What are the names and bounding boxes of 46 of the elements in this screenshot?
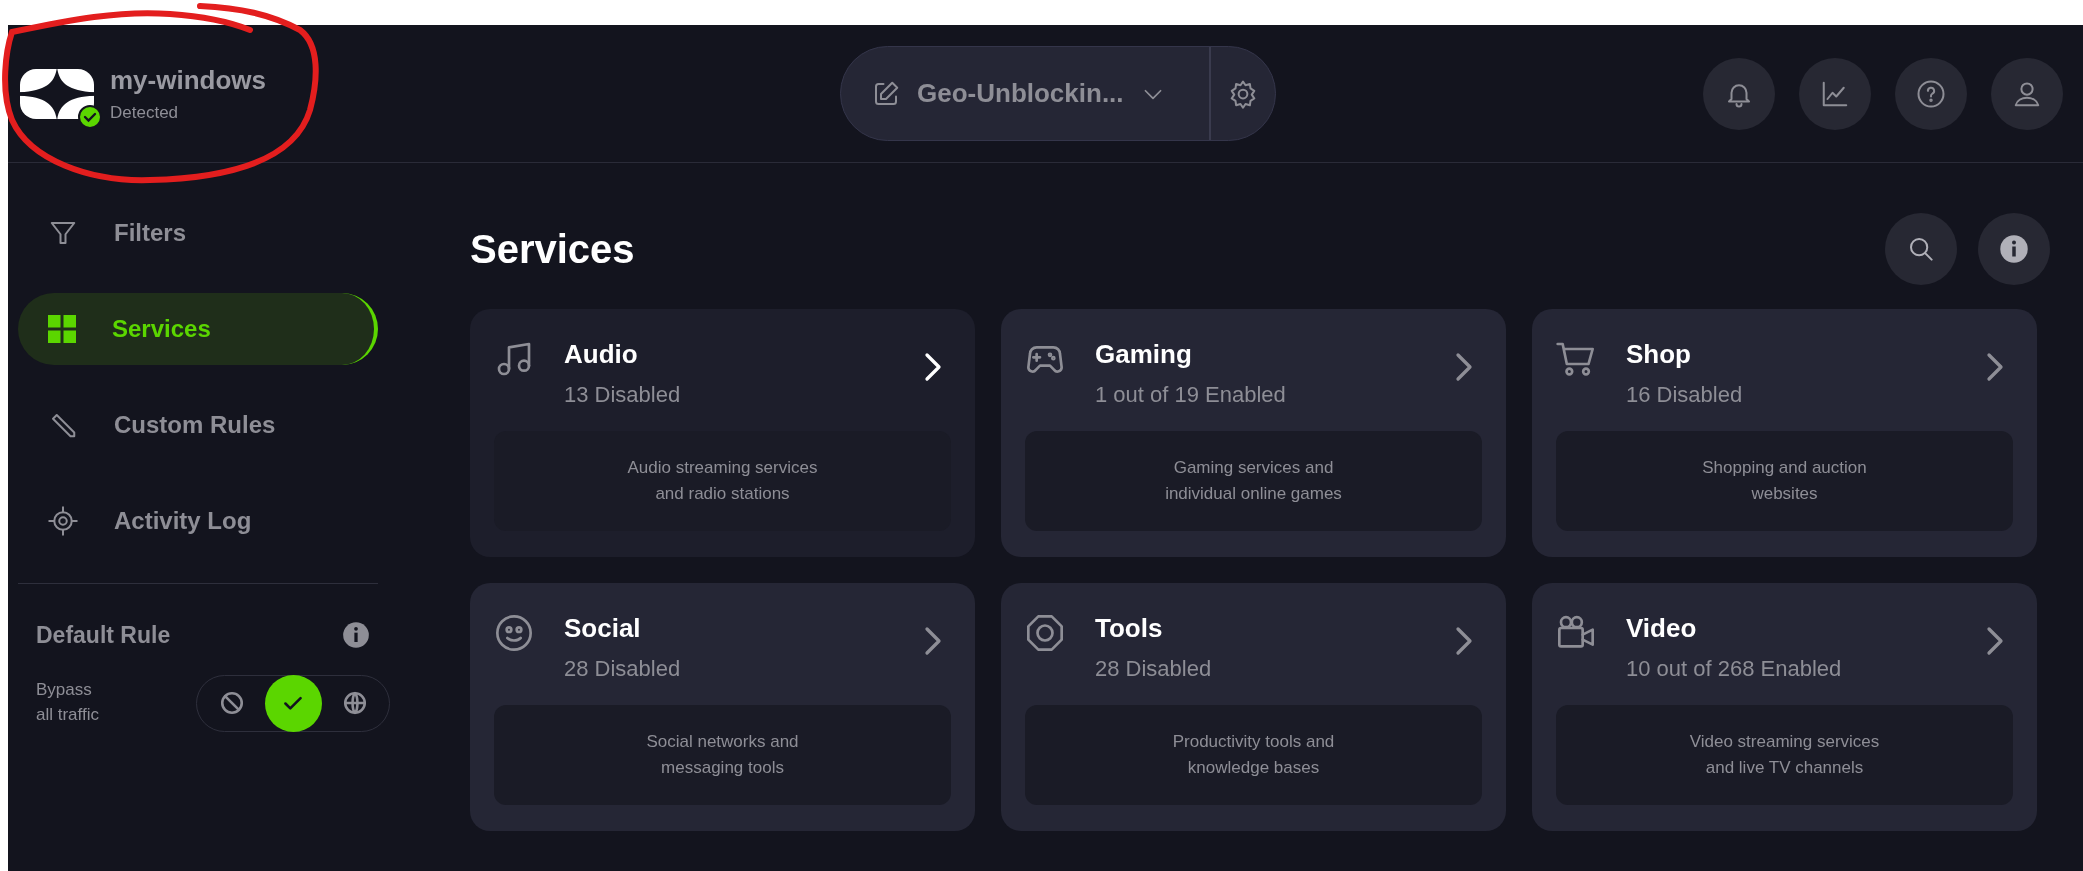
- sidebar-item[interactable]: Filters: [18, 197, 378, 269]
- profile-selector[interactable]: Geo-Unblockin...: [840, 46, 1276, 141]
- crosshair-icon: [48, 506, 78, 536]
- category-name: Video: [1626, 612, 1698, 645]
- page-title: Services: [470, 226, 635, 273]
- grid-icon: [48, 315, 76, 343]
- category-summary: 1 out of 19 Enabled: [1095, 381, 1287, 409]
- category-name: Tools: [1095, 612, 1164, 645]
- category-description: Shopping and auction websites: [1701, 456, 1868, 505]
- logo-icon: [20, 68, 94, 119]
- category-card[interactable]: Audio 13 Disabled Audio streaming services and radio stations: [470, 309, 975, 557]
- info-icon: [1999, 234, 2029, 264]
- rule-option[interactable]: [264, 674, 322, 732]
- rule-label: Bypass all traffic: [36, 679, 100, 726]
- smiley-icon: [494, 613, 534, 653]
- category-summary: 10 out of 268 Enabled: [1626, 655, 1843, 683]
- category-description: Gaming services and individual online games: [1164, 456, 1343, 505]
- block-icon: [218, 690, 245, 716]
- category-description: Social networks and messaging tools: [645, 730, 800, 779]
- category-summary: 16 Disabled: [1626, 381, 1744, 409]
- category-description: Video streaming services and live TV channels: [1688, 730, 1881, 779]
- sidebar-item[interactable]: Services: [18, 293, 378, 365]
- category-summary: 28 Disabled: [564, 655, 682, 683]
- category-card[interactable]: Tools 28 Disabled Productivity tools and knowledge bases: [1001, 583, 1506, 831]
- settings-icon: [1228, 78, 1258, 109]
- category-name: Shop: [1626, 338, 1692, 371]
- category-card[interactable]: Gaming 1 out of 19 Enabled Gaming services and individual online games: [1001, 309, 1506, 557]
- category-summary: 28 Disabled: [1095, 655, 1213, 683]
- category-description: Productivity tools and knowledge bases: [1171, 730, 1336, 779]
- device-status: Detected: [110, 102, 180, 125]
- category-name: Gaming: [1095, 338, 1193, 371]
- sidebar-item[interactable]: Custom Rules: [18, 389, 378, 461]
- help-icon: [1916, 78, 1946, 109]
- category-name: Social: [564, 612, 642, 645]
- globe-icon: [341, 690, 368, 716]
- category-description: Audio streaming services and radio stations: [626, 456, 819, 505]
- category-summary: 13 Disabled: [564, 381, 682, 409]
- category-card[interactable]: Shop 16 Disabled Shopping and auction websites: [1532, 309, 2037, 557]
- category-card[interactable]: Video 10 out of 268 Enabled Video streaming services and live TV channels: [1532, 583, 2037, 831]
- device-name: my-windows: [110, 64, 266, 98]
- info-icon: [342, 621, 370, 650]
- sidebar-item[interactable]: Activity Log: [18, 485, 378, 557]
- octagon-icon: [1025, 613, 1065, 653]
- category-name: Audio: [564, 338, 639, 371]
- category-card[interactable]: Social 28 Disabled Social networks and messaging tools: [470, 583, 975, 831]
- section-title: Default Rule: [36, 621, 171, 650]
